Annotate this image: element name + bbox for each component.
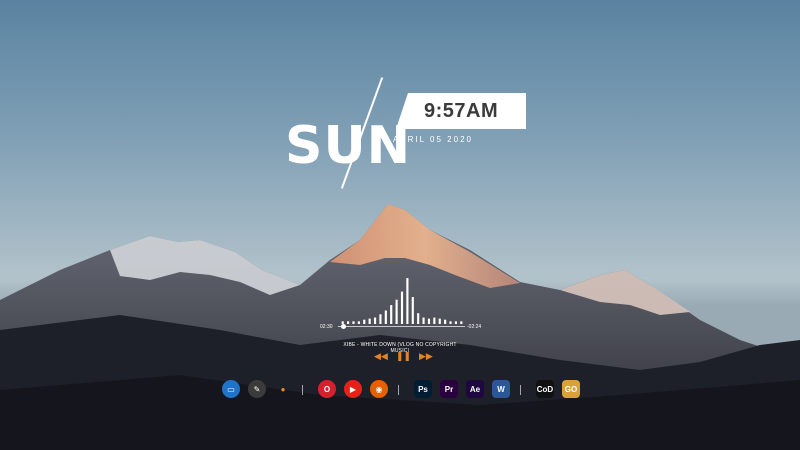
visualizer-bar xyxy=(449,321,452,324)
visualizer-bar xyxy=(400,291,404,324)
dock-separator xyxy=(302,385,303,395)
mountain-wallpaper xyxy=(0,204,800,450)
dock-separator xyxy=(398,385,399,395)
seek-handle[interactable] xyxy=(340,324,346,329)
seek-bar[interactable] xyxy=(338,326,465,327)
visualizer-bar xyxy=(357,321,360,324)
desktop-wallpaper: SUN 9:57AM APRIL 05 2020 02:30 -02:24 XI… xyxy=(0,0,800,450)
rewind-icon[interactable]: ◀◀ xyxy=(374,352,388,361)
weekday-label: SUN xyxy=(285,116,412,176)
time-label: 9:57AM xyxy=(424,100,499,122)
visualizer-bar xyxy=(347,321,350,324)
playback-controls: ◀◀ ❚❚ ▶▶ xyxy=(374,352,433,361)
visualizer-bar xyxy=(444,319,447,324)
visualizer-bar xyxy=(433,317,436,324)
tools-icon[interactable]: ✎ xyxy=(248,380,266,398)
counter-strike-icon[interactable]: GO xyxy=(562,380,580,398)
remaining-time: -02:24 xyxy=(467,324,482,330)
visualizer-bar xyxy=(390,305,393,324)
pause-icon[interactable]: ❚❚ xyxy=(396,352,411,361)
visualizer-bar xyxy=(427,318,431,324)
visualizer-bar xyxy=(373,317,377,324)
visualizer-bar xyxy=(363,319,366,324)
opera-icon[interactable]: O xyxy=(318,380,336,398)
premiere-icon[interactable]: Pr xyxy=(440,380,458,398)
call-of-duty-icon[interactable]: CoD xyxy=(536,380,554,398)
visualizer-bar xyxy=(422,317,425,324)
visualizer-bar xyxy=(395,299,398,324)
word-icon[interactable]: W xyxy=(492,380,510,398)
visualizer-bar xyxy=(368,318,371,324)
firefox-icon[interactable]: ◉ xyxy=(370,380,388,398)
dock-separator xyxy=(520,385,521,395)
date-label: APRIL 05 2020 xyxy=(393,135,473,144)
visualizer-bar xyxy=(454,321,457,324)
visualizer-bar xyxy=(417,313,420,324)
visualizer-bar xyxy=(460,321,463,324)
after-effects-icon[interactable]: Ae xyxy=(466,380,484,398)
remote-desktop-icon[interactable]: ▭ xyxy=(222,380,240,398)
visualizer-bar xyxy=(352,321,355,324)
visualizer-bar xyxy=(379,314,382,324)
visualizer-bar xyxy=(384,310,387,324)
fast-forward-icon[interactable]: ▶▶ xyxy=(419,352,433,361)
app-drop-icon[interactable]: ● xyxy=(274,380,292,398)
visualizer-bar xyxy=(411,297,414,324)
visualizer-bar xyxy=(438,318,441,324)
youtube-icon[interactable]: ▶ xyxy=(344,380,362,398)
visualizer-bar xyxy=(406,278,409,324)
photoshop-icon[interactable]: Ps xyxy=(414,380,432,398)
audio-visualizer xyxy=(341,278,463,324)
elapsed-time: 02:30 xyxy=(320,324,333,330)
